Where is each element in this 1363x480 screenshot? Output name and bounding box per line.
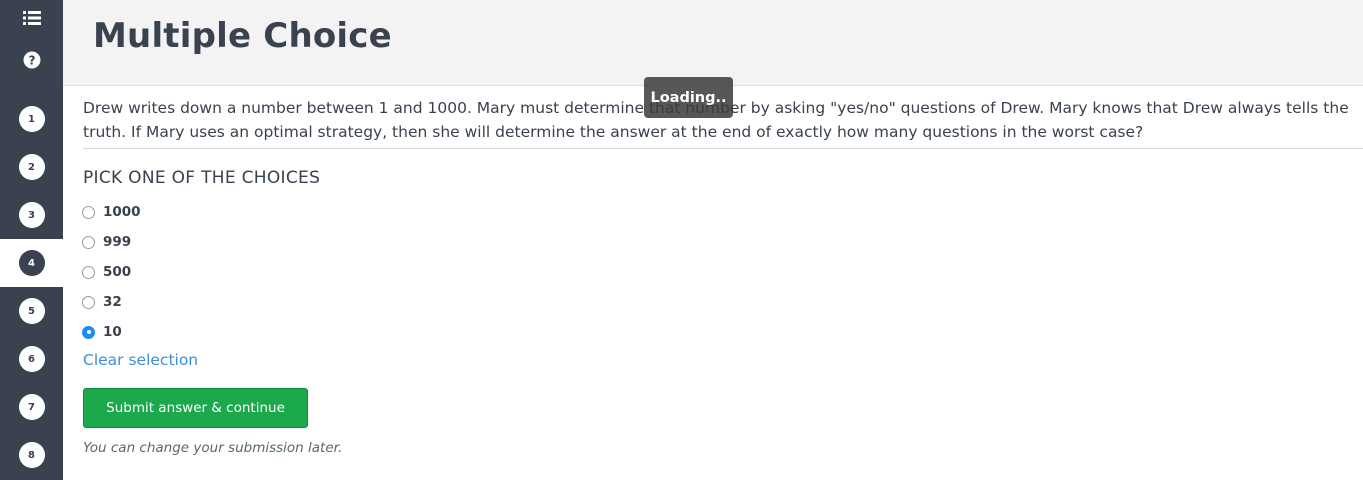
choice-radio[interactable] bbox=[82, 205, 95, 219]
choice-option[interactable]: 32 bbox=[82, 291, 122, 313]
choice-radio[interactable] bbox=[82, 295, 95, 309]
choices-heading: PICK ONE OF THE CHOICES bbox=[83, 168, 321, 188]
sidebar-question-3[interactable]: 3 bbox=[0, 191, 63, 239]
choice-label: 1000 bbox=[103, 204, 141, 220]
header: Multiple Choice bbox=[63, 0, 1363, 86]
sidebar-question-8[interactable]: 8 bbox=[0, 431, 63, 479]
help-icon[interactable]: ? bbox=[0, 48, 63, 72]
question-number: 6 bbox=[18, 346, 45, 372]
question-number: 8 bbox=[18, 442, 45, 468]
sidebar-question-7[interactable]: 7 bbox=[0, 383, 63, 431]
choice-label: 10 bbox=[103, 324, 122, 340]
sidebar-question-2[interactable]: 2 bbox=[0, 143, 63, 191]
sidebar: ? 1 2 3 4 5 6 7 8 bbox=[0, 0, 63, 480]
submission-note: You can change your submission later. bbox=[83, 440, 343, 456]
choice-option[interactable]: 10 bbox=[82, 321, 122, 343]
question-number: 3 bbox=[18, 202, 45, 228]
svg-text:?: ? bbox=[28, 54, 35, 68]
sidebar-question-6[interactable]: 6 bbox=[0, 335, 63, 383]
choice-option[interactable]: 500 bbox=[82, 261, 131, 283]
sidebar-question-4[interactable]: 4 bbox=[0, 239, 63, 287]
page-title: Multiple Choice bbox=[93, 16, 392, 56]
list-icon[interactable] bbox=[0, 6, 63, 30]
sidebar-question-1[interactable]: 1 bbox=[0, 95, 63, 143]
choice-label: 32 bbox=[103, 294, 122, 310]
choice-label: 500 bbox=[103, 264, 132, 280]
question-number: 5 bbox=[18, 298, 45, 324]
loading-tooltip: Loading.. bbox=[644, 77, 733, 118]
choice-option[interactable]: 1000 bbox=[82, 201, 141, 223]
question-number: 7 bbox=[18, 394, 45, 420]
choice-option[interactable]: 999 bbox=[82, 231, 131, 253]
choice-radio[interactable] bbox=[82, 235, 95, 249]
question-number: 4 bbox=[18, 250, 45, 276]
submit-button[interactable]: Submit answer & continue bbox=[83, 388, 308, 428]
clear-selection-link[interactable]: Clear selection bbox=[83, 351, 198, 369]
question-number: 1 bbox=[18, 106, 45, 132]
question-number: 2 bbox=[18, 154, 45, 180]
choice-label: 999 bbox=[103, 234, 132, 250]
choice-radio[interactable] bbox=[82, 265, 95, 279]
sidebar-question-5[interactable]: 5 bbox=[0, 287, 63, 335]
choice-radio[interactable] bbox=[82, 325, 95, 339]
